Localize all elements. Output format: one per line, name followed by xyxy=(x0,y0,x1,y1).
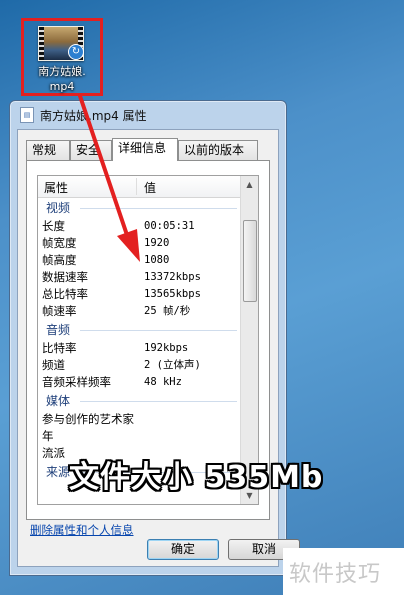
watermark-text: 软件技巧 xyxy=(289,562,382,587)
red-arrow-annotation xyxy=(78,94,140,262)
tab-details[interactable]: 详细信息 xyxy=(112,138,178,161)
file-size-caption: 文件大小 535Mb xyxy=(69,460,324,495)
watermark: 软件技巧 xyxy=(283,548,404,595)
